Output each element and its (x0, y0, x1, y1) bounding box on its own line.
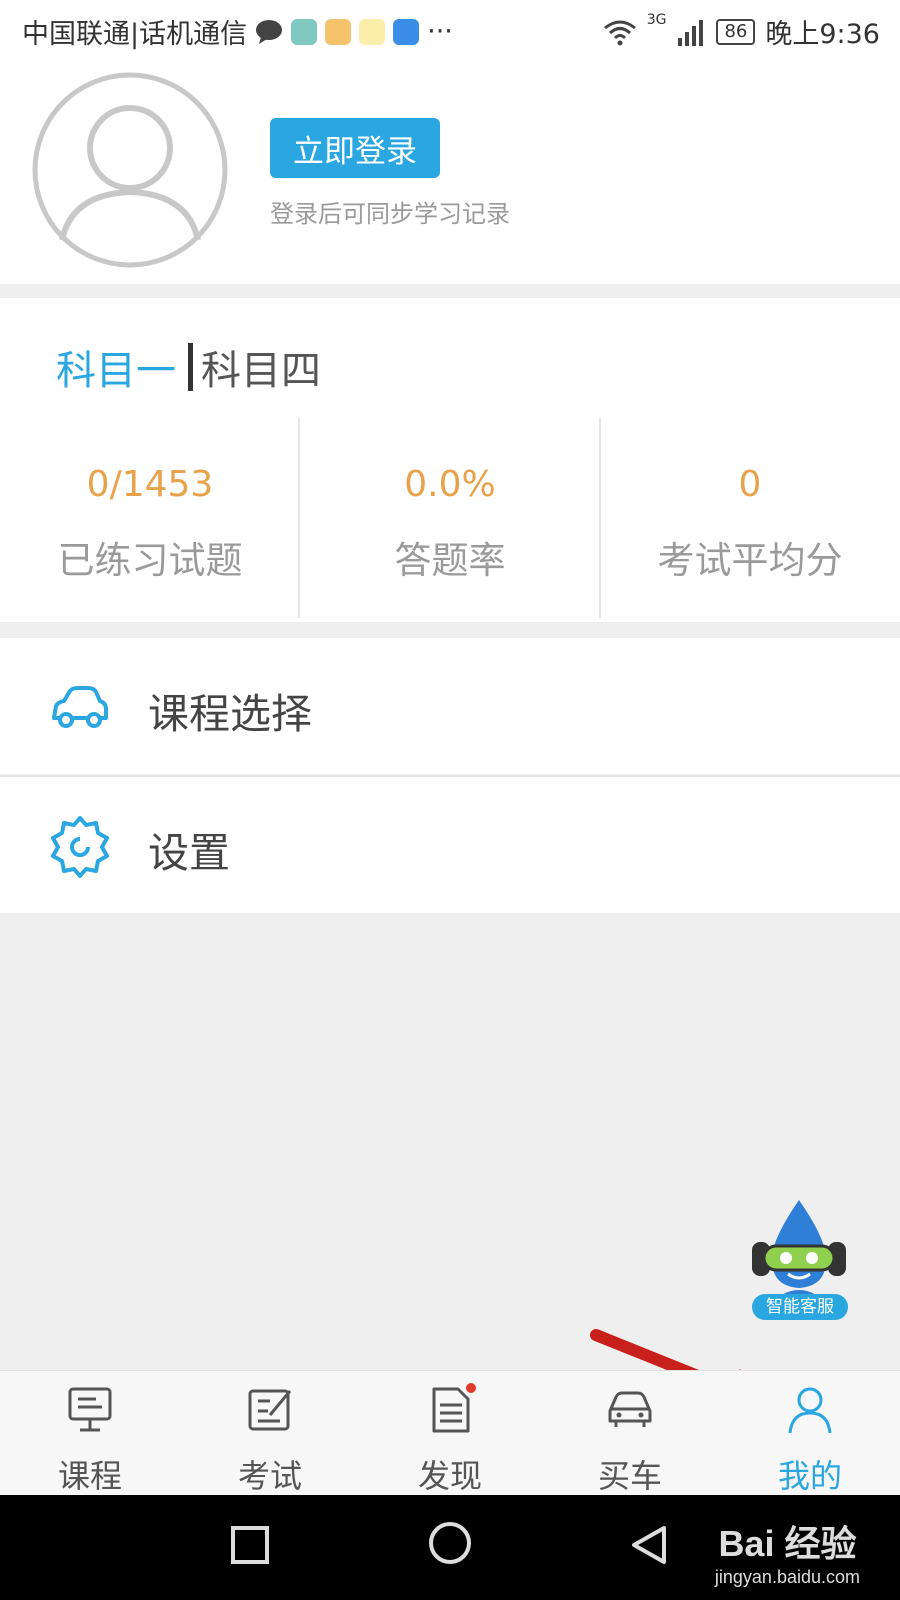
stat-label: 已练习试题 (57, 539, 243, 582)
chat-icon (256, 19, 283, 44)
gear-icon (51, 816, 109, 878)
login-hint: 登录后可同步学习记录 (270, 200, 510, 228)
stat-value: 0 (738, 464, 762, 505)
menu-item-settings[interactable]: 设置 (0, 777, 900, 913)
battery-level: 86 (716, 18, 756, 45)
tab-discover[interactable]: 发现 (360, 1371, 540, 1496)
car-icon (608, 1391, 652, 1427)
home-icon[interactable] (428, 1521, 472, 1565)
stat-answer-rate: 0.0% 答题率 (300, 418, 600, 618)
menu-label: 课程选择 (148, 690, 312, 738)
tab-label: 课程 (57, 1457, 122, 1495)
subject-switcher: 科目一 科目四 (56, 338, 321, 396)
tab-label: 买车 (597, 1457, 662, 1495)
watermark-brand: Bai 经验 (718, 1523, 857, 1564)
subject-divider (188, 343, 193, 391)
watermark-url: jingyan.baidu.com (714, 1567, 860, 1587)
tab-subject-four[interactable]: 科目四 (201, 338, 321, 396)
network-type: 3G (646, 12, 667, 28)
avatar[interactable] (32, 72, 228, 268)
status-bar: 中国联通|话机通信 ··· 3G 86 晚上9:36 (0, 0, 900, 62)
wifi-icon (603, 20, 636, 45)
recent-apps-icon[interactable] (230, 1525, 270, 1565)
stat-value: 0.0% (404, 464, 496, 505)
monitor-icon (68, 1387, 112, 1432)
exam-icon (248, 1389, 292, 1431)
menu-item-course-select[interactable]: 课程选择 (0, 638, 900, 774)
system-nav-bar: Bai 经验 jingyan.baidu.com (0, 1495, 900, 1600)
tab-subject-one[interactable]: 科目一 (56, 338, 176, 396)
bottom-tab-bar: 课程 考试 发现 买车 我的 (0, 1370, 900, 1496)
watermark: Bai 经验 jingyan.baidu.com (715, 1515, 860, 1588)
tab-mine[interactable]: 我的 (720, 1371, 900, 1496)
notification-dot (466, 1383, 476, 1393)
stat-label: 考试平均分 (657, 539, 843, 582)
signal-icon (678, 19, 704, 46)
tab-buy-car[interactable]: 买车 (540, 1371, 720, 1496)
app-notification-icon (359, 18, 386, 45)
stat-label: 答题率 (394, 539, 506, 582)
document-icon (432, 1387, 470, 1433)
menu-label: 设置 (148, 829, 230, 877)
app-notification-icon (325, 18, 352, 45)
tab-label: 我的 (777, 1457, 842, 1495)
tab-label: 考试 (237, 1457, 302, 1495)
more-notifications: ··· (427, 16, 453, 47)
back-icon[interactable] (630, 1525, 670, 1565)
tab-exam[interactable]: 考试 (180, 1371, 360, 1496)
stats-panel: 科目一 科目四 0/1453 已练习试题 0.0% 答题率 0 考试平均分 (0, 298, 900, 622)
user-icon (788, 1387, 832, 1434)
profile-header: 立即登录 登录后可同步学习记录 (0, 62, 900, 284)
car-icon (52, 686, 108, 728)
app-notification-icon (291, 18, 318, 45)
clock: 晚上9:36 (765, 19, 880, 50)
stat-practiced: 0/1453 已练习试题 (0, 418, 300, 618)
tab-label: 发现 (417, 1457, 482, 1495)
stat-value: 0/1453 (86, 464, 214, 505)
stat-average-score: 0 考试平均分 (600, 418, 900, 618)
assistant-label[interactable]: 智能客服 (752, 1294, 848, 1320)
tab-course[interactable]: 课程 (0, 1371, 180, 1496)
login-button[interactable]: 立即登录 (270, 118, 440, 178)
bulb-icon (393, 18, 420, 45)
carrier-text: 中国联通|话机通信 (22, 19, 248, 50)
